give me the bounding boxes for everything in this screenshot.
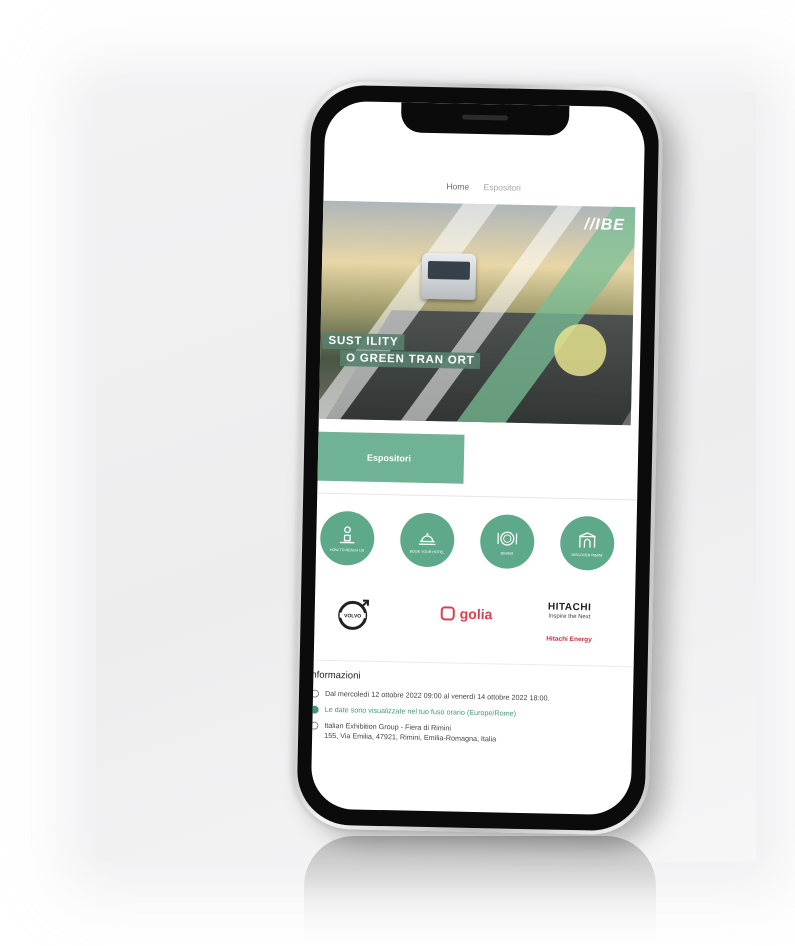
phone-screen: Home Espositori //IBE SUST ILITY O GREEN… [310, 100, 646, 816]
hitachi-tagline: Inspire the Next [548, 613, 591, 621]
sponsor-logos: VOLVO golia HITACHI Inspire the Next Hit… [314, 591, 635, 658]
clock-icon [310, 689, 320, 698]
globe-icon [310, 705, 319, 714]
exhibitors-button[interactable]: Espositori [313, 431, 465, 484]
top-nav: Home Espositori [324, 179, 644, 196]
hero-banner: //IBE SUST ILITY O GREEN TRAN ORT [314, 200, 636, 426]
nav-home[interactable]: Home [446, 181, 469, 191]
quick-link-label: HOW TO REACH US [329, 547, 365, 553]
quick-link-hotel[interactable]: BOOK YOUR HOTEL [399, 512, 455, 568]
quick-links: HOW TO REACH US BOOK YOUR HOTEL DINING D… [316, 510, 637, 578]
quick-link-label: DISCOVER RIMINI [571, 552, 603, 558]
quick-link-label: DINING [500, 551, 514, 556]
map-person-icon [339, 526, 355, 544]
slogan-line-1: SUST ILITY [322, 332, 405, 351]
phone-reflection [304, 836, 656, 946]
phone-frame: Home Espositori //IBE SUST ILITY O GREEN… [292, 80, 664, 836]
info-dates-text: Dal mercoledì 12 ottobre 2022 09:00 al v… [324, 688, 550, 703]
quick-link-reach-us[interactable]: HOW TO REACH US [319, 510, 375, 566]
plate-icon [497, 531, 518, 546]
phone-bezel: Home Espositori //IBE SUST ILITY O GREEN… [296, 84, 660, 832]
phone-notch [400, 102, 570, 136]
bell-icon [418, 532, 436, 545]
hitachi-logo[interactable]: HITACHI Inspire the Next Hitachi Energy [546, 601, 592, 643]
slogan-line-2: O GREEN TRAN ORT [339, 350, 481, 370]
hitachi-text: HITACHI [547, 601, 592, 614]
golia-logo[interactable]: golia [440, 605, 493, 623]
divider [317, 492, 638, 501]
info-timezone-text: Le date sono visualizzate nel tuo fuso o… [324, 704, 517, 718]
volvo-text: VOLVO [344, 613, 361, 619]
hitachi-energy: Hitachi Energy [546, 635, 592, 644]
bus-image [421, 252, 477, 300]
info-title: nformazioni [311, 669, 361, 682]
info-timezone: Le date sono visualizzate nel tuo fuso o… [310, 704, 517, 719]
speaker [462, 114, 509, 121]
divider [313, 659, 634, 668]
location-icon [310, 721, 319, 730]
info-dates: Dal mercoledì 12 ottobre 2022 09:00 al v… [310, 688, 550, 703]
info-address: 155, Via Emilia, 47921, Rimini, Emilia-R… [324, 730, 497, 743]
info-venue[interactable]: Italian Exhibition Group - Fiera di Rimi… [310, 721, 497, 744]
quick-link-dining[interactable]: DINING [479, 514, 535, 570]
nav-exhibitors[interactable]: Espositori [483, 182, 521, 193]
golia-icon [440, 606, 455, 621]
golia-text: golia [459, 605, 493, 623]
ibe-logo: //IBE [584, 216, 626, 235]
quick-link-label: BOOK YOUR HOTEL [409, 549, 445, 555]
volvo-logo[interactable]: VOLVO [336, 597, 371, 632]
quick-link-rimini[interactable]: DISCOVER RIMINI [559, 515, 615, 571]
arch-icon [578, 532, 596, 548]
